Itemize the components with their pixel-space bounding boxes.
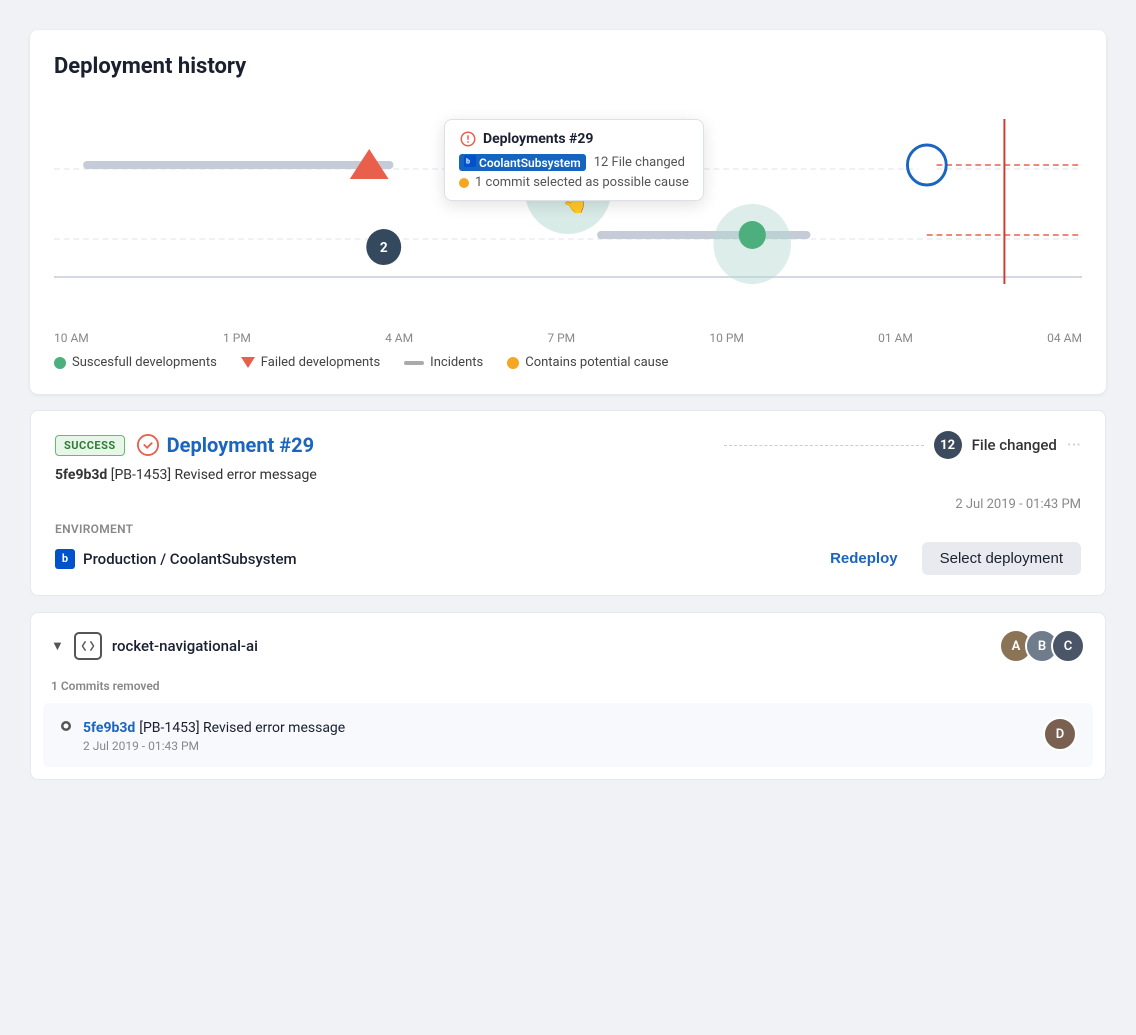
- redeploy-button[interactable]: Redeploy: [820, 544, 908, 573]
- deployment-tooltip: Deployments #29 b CoolantSubsystem 12 Fi…: [444, 119, 704, 201]
- author-avatars: A B C: [999, 629, 1085, 663]
- time-label-4: 10 PM: [709, 331, 744, 345]
- time-label-5: 01 AM: [878, 331, 913, 345]
- bitbucket-icon: b: [55, 549, 75, 569]
- commit-hash-message: 5fe9b3d [PB-1453] Revised error message: [83, 717, 345, 736]
- deployment-commit: 5fe9b3d [PB-1453] Revised error message: [55, 467, 1081, 483]
- more-icon: ···: [1067, 435, 1081, 456]
- env-name: b Production / CoolantSubsystem: [55, 549, 297, 569]
- file-count-badge: 12: [934, 431, 962, 459]
- deployment-title: Deployment #29: [137, 433, 314, 457]
- status-badge: SUCCESS: [55, 435, 125, 456]
- svg-text:2: 2: [380, 240, 388, 256]
- env-row: b Production / CoolantSubsystem Redeploy…: [55, 542, 1081, 575]
- legend-successful: Suscesfull developments: [54, 355, 217, 370]
- svg-text:b: b: [466, 158, 470, 166]
- commit-date: 2 Jul 2019 - 01:43 PM: [83, 739, 345, 753]
- file-changed-label: File changed: [972, 436, 1057, 454]
- commit-info: 5fe9b3d [PB-1453] Revised error message …: [83, 717, 345, 753]
- chart-card: Deployment history: [30, 30, 1106, 394]
- commits-removed-label: 1 Commits removed: [31, 679, 1105, 703]
- deployment-header: SUCCESS Deployment #29 12 File changed ·…: [55, 431, 1081, 459]
- time-axis: 10 AM 1 PM 4 AM 7 PM 10 PM 01 AM 04 AM: [54, 327, 1082, 345]
- legend-successful-label: Suscesfull developments: [72, 355, 217, 370]
- legend-incidents-label: Incidents: [430, 355, 483, 370]
- time-label-0: 10 AM: [54, 331, 89, 345]
- time-label-2: 4 AM: [385, 331, 413, 345]
- time-label-3: 7 PM: [547, 331, 575, 345]
- commit-avatar: D: [1043, 717, 1077, 751]
- bitbucket-small-icon: b: [464, 155, 476, 167]
- chart-legend: Suscesfull developments Failed developme…: [54, 355, 1082, 370]
- code-brackets-icon: [81, 639, 95, 653]
- legend-failed: Failed developments: [241, 355, 380, 370]
- commit-icon-area: [59, 719, 73, 733]
- deployment-right: 12 File changed ···: [724, 431, 1081, 459]
- deployment-date: 2 Jul 2019 - 01:43 PM: [955, 497, 1081, 512]
- potential-dot-icon: [507, 357, 519, 369]
- env-label: Enviroment: [55, 522, 1081, 536]
- repo-name: rocket-navigational-ai: [112, 637, 258, 655]
- commit-author-avatar: D: [1043, 717, 1077, 751]
- orange-dot-icon: [459, 178, 469, 188]
- legend-potential-label: Contains potential cause: [525, 355, 668, 370]
- chart-area: 2 👆 Deployments #29 b: [54, 99, 1082, 319]
- time-label-6: 04 AM: [1047, 331, 1082, 345]
- incidents-line-icon: [404, 361, 424, 365]
- avatar-3: C: [1051, 629, 1085, 663]
- separator-line: [724, 445, 924, 446]
- sentry-icon: [459, 130, 477, 148]
- deployment-card: SUCCESS Deployment #29 12 File changed ·…: [30, 410, 1106, 596]
- sentry-deployment-icon: [137, 434, 159, 456]
- code-icon: [74, 632, 102, 660]
- select-deployment-button[interactable]: Select deployment: [922, 542, 1081, 575]
- tooltip-service-badge: b CoolantSubsystem: [459, 154, 586, 171]
- legend-failed-label: Failed developments: [261, 355, 380, 370]
- legend-incidents: Incidents: [404, 355, 483, 370]
- page-title: Deployment history: [54, 54, 1082, 79]
- legend-potential: Contains potential cause: [507, 355, 668, 370]
- commit-row: 5fe9b3d [PB-1453] Revised error message …: [43, 703, 1093, 767]
- commit-section-header: ▼ rocket-navigational-ai A B C: [31, 613, 1105, 679]
- successful-dot-icon: [54, 357, 66, 369]
- failed-triangle-icon: [241, 357, 255, 368]
- commit-section: ▼ rocket-navigational-ai A B C 1 Commits…: [30, 612, 1106, 780]
- tooltip-title: Deployments #29: [459, 130, 689, 148]
- tooltip-service-row: b CoolantSubsystem 12 File changed: [459, 154, 689, 171]
- chevron-down-icon[interactable]: ▼: [51, 638, 64, 654]
- tooltip-commit-row: 1 commit selected as possible cause: [459, 175, 689, 190]
- time-label-1: 1 PM: [223, 331, 251, 345]
- commit-dot-icon: [59, 719, 73, 733]
